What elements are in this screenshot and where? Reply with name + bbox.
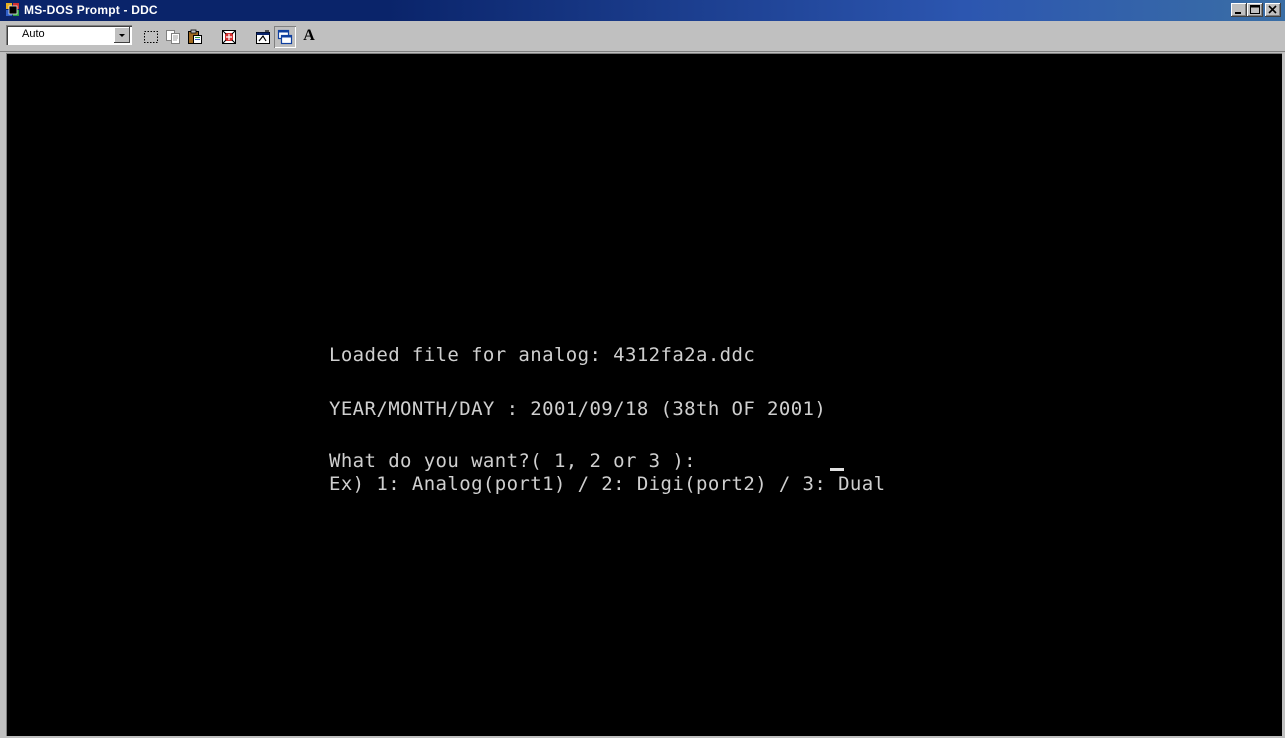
font-size-value: Auto <box>22 28 45 40</box>
font-icon: A <box>303 27 315 44</box>
close-icon <box>1268 5 1277 14</box>
properties-button[interactable] <box>252 26 274 48</box>
console-line-prompt: What do you want?( 1, 2 or 3 ): <box>329 450 708 472</box>
mark-button[interactable] <box>140 26 162 48</box>
console-line-loaded-file: Loaded file for analog: 4312fa2a.ddc <box>329 344 756 366</box>
mark-icon <box>144 31 158 43</box>
dos-prompt-window: MS-DOS Prompt - DDC Auto A Loaded file f… <box>0 0 1285 738</box>
title-bar[interactable]: MS-DOS Prompt - DDC <box>0 0 1285 21</box>
copy-button[interactable] <box>162 26 184 48</box>
window-title: MS-DOS Prompt - DDC <box>24 3 158 17</box>
background-icon <box>277 29 293 45</box>
maximize-button[interactable] <box>1247 3 1263 17</box>
maximize-icon <box>1250 5 1260 14</box>
console-screen[interactable]: Loaded file for analog: 4312fa2a.ddc YEA… <box>6 53 1282 736</box>
close-button[interactable] <box>1265 3 1281 17</box>
minimize-icon <box>1235 12 1241 14</box>
toolbar: Auto A <box>0 21 1285 52</box>
chevron-down-icon <box>119 34 125 37</box>
dropdown-arrow-button[interactable] <box>114 27 130 43</box>
ms-dos-app-icon <box>6 3 19 16</box>
console-line-options: Ex) 1: Analog(port1) / 2: Digi(port2) / … <box>329 473 886 495</box>
font-size-select[interactable]: Auto <box>6 25 132 45</box>
full-screen-button[interactable] <box>218 26 240 48</box>
paste-icon <box>188 29 202 44</box>
copy-icon <box>166 30 180 44</box>
text-cursor <box>830 468 844 471</box>
minimize-button[interactable] <box>1231 3 1247 17</box>
full-screen-icon <box>222 30 236 44</box>
properties-icon <box>256 30 270 44</box>
background-button[interactable] <box>274 26 296 48</box>
console-line-date: YEAR/MONTH/DAY : 2001/09/18 (38th OF 200… <box>329 398 827 420</box>
paste-button[interactable] <box>184 26 206 48</box>
font-button[interactable]: A <box>298 26 320 48</box>
